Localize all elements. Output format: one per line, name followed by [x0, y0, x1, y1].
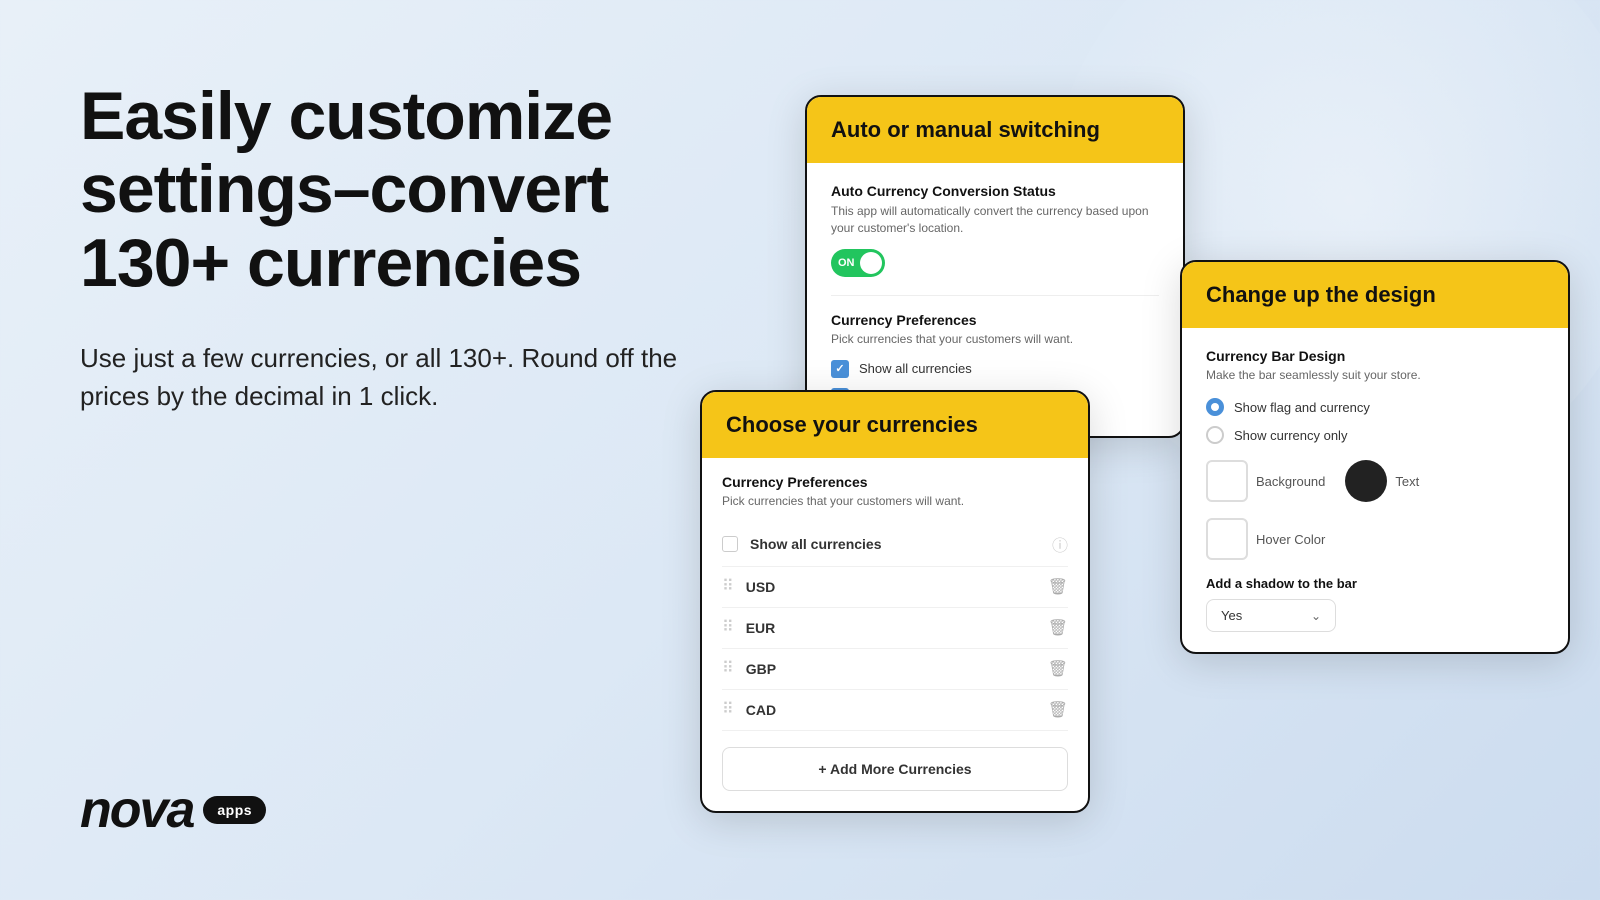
show-all-label: Show all currencies [750, 536, 882, 552]
currency-usd: USD [746, 579, 776, 595]
radio-flag-currency[interactable]: Show flag and currency [1206, 398, 1544, 416]
card-design: Change up the design Currency Bar Design… [1180, 260, 1570, 654]
status-title: Auto Currency Conversion Status [831, 183, 1159, 199]
brand-name: nova [80, 780, 193, 840]
text-color-box [1345, 460, 1387, 502]
pref-desc: Pick currencies that your customers will… [831, 332, 1159, 346]
text-color-label: Text [1395, 474, 1419, 489]
info-icon: ⓘ [1052, 532, 1068, 556]
design-section-desc: Make the bar seamlessly suit your store. [1206, 368, 1544, 382]
hero-title: Easily customize settings–convert 130+ c… [80, 80, 680, 300]
currency-row-eur[interactable]: ⠿ EUR 🗑 [722, 608, 1068, 649]
radio-filled-1 [1206, 398, 1224, 416]
radio-label-1: Show flag and currency [1234, 400, 1370, 415]
drag-handle-cad: ⠿ [722, 702, 734, 718]
show-all-left: Show all currencies [722, 536, 882, 552]
hover-color-row[interactable]: Hover Color [1206, 518, 1544, 560]
delete-eur-icon[interactable]: 🗑 [1048, 618, 1068, 638]
toggle-on[interactable]: ON [831, 249, 885, 277]
radio-currency-only[interactable]: Show currency only [1206, 426, 1544, 444]
currency-usd-left: ⠿ USD [722, 579, 775, 595]
card-design-title: Change up the design [1206, 282, 1544, 308]
add-more-wrapper: + Add More Currencies [722, 731, 1068, 811]
text-color-item[interactable]: Text [1345, 460, 1419, 502]
currency-eur: EUR [746, 620, 776, 636]
card-auto: Auto or manual switching Auto Currency C… [805, 95, 1185, 438]
currencies-pref: Currency Preferences Pick currencies tha… [702, 458, 1088, 508]
currency-row-cad[interactable]: ⠿ CAD 🗑 [722, 690, 1068, 731]
pref-title: Currency Preferences [831, 312, 1159, 328]
shadow-label: Add a shadow to the bar [1206, 576, 1544, 591]
card-design-header: Change up the design [1182, 262, 1568, 328]
chevron-down-icon: ⌄ [1311, 609, 1321, 623]
drag-handle-usd: ⠿ [722, 579, 734, 595]
bg-color-item[interactable]: Background [1206, 460, 1325, 502]
drag-handle-gbp: ⠿ [722, 661, 734, 677]
currency-cad: CAD [746, 702, 776, 718]
delete-cad-icon[interactable]: 🗑 [1048, 700, 1068, 720]
currency-row-gbp[interactable]: ⠿ GBP 🗑 [722, 649, 1068, 690]
checkbox-show-all[interactable]: Show all currencies [831, 360, 1159, 378]
currencies-pref-title: Currency Preferences [722, 474, 1068, 490]
show-all-checkbox [722, 536, 738, 552]
auto-conversion-section: Auto Currency Conversion Status This app… [831, 183, 1159, 277]
radio-label-2: Show currency only [1234, 428, 1347, 443]
brand-logo: nova apps [80, 780, 266, 840]
bg-color-label: Background [1256, 474, 1325, 489]
color-row: Background Text [1206, 460, 1544, 502]
toggle-label: ON [838, 257, 855, 269]
checkbox-label-1: Show all currencies [859, 361, 972, 376]
hover-color-box [1206, 518, 1248, 560]
shadow-select-value: Yes [1221, 608, 1242, 623]
card-auto-title: Auto or manual switching [831, 117, 1159, 143]
hover-color-label: Hover Color [1256, 532, 1325, 547]
cards-container: Auto or manual switching Auto Currency C… [700, 0, 1600, 900]
card-design-body: Currency Bar Design Make the bar seamles… [1182, 328, 1568, 652]
show-all-row[interactable]: Show all currencies ⓘ [722, 522, 1068, 567]
toggle-container: ON [831, 249, 1159, 277]
card-currencies-title: Choose your currencies [726, 412, 1064, 438]
card-currencies-header: Choose your currencies [702, 392, 1088, 458]
shadow-select[interactable]: Yes ⌄ [1206, 599, 1336, 632]
currency-eur-left: ⠿ EUR [722, 620, 775, 636]
hero-subtitle: Use just a few currencies, or all 130+. … [80, 340, 680, 415]
left-section: Easily customize settings–convert 130+ c… [80, 80, 680, 416]
bg-color-box [1206, 460, 1248, 502]
brand-badge: apps [203, 796, 266, 824]
toggle-knob [860, 252, 882, 274]
design-section-title: Currency Bar Design [1206, 348, 1544, 364]
currency-cad-left: ⠿ CAD [722, 702, 776, 718]
delete-gbp-icon[interactable]: 🗑 [1048, 659, 1068, 679]
card-auto-header: Auto or manual switching [807, 97, 1183, 163]
currency-row-usd[interactable]: ⠿ USD 🗑 [722, 567, 1068, 608]
drag-handle-eur: ⠿ [722, 620, 734, 636]
currency-gbp: GBP [746, 661, 776, 677]
checkbox-checked-1 [831, 360, 849, 378]
divider1 [831, 295, 1159, 296]
radio-empty-1 [1206, 426, 1224, 444]
delete-usd-icon[interactable]: 🗑 [1048, 577, 1068, 597]
card-currencies: Choose your currencies Currency Preferen… [700, 390, 1090, 813]
status-desc: This app will automatically convert the … [831, 203, 1159, 237]
currency-gbp-left: ⠿ GBP [722, 661, 776, 677]
add-more-button[interactable]: + Add More Currencies [722, 747, 1068, 791]
currency-list: Show all currencies ⓘ ⠿ USD 🗑 ⠿ EUR 🗑 [702, 522, 1088, 811]
currencies-pref-desc: Pick currencies that your customers will… [722, 494, 1068, 508]
